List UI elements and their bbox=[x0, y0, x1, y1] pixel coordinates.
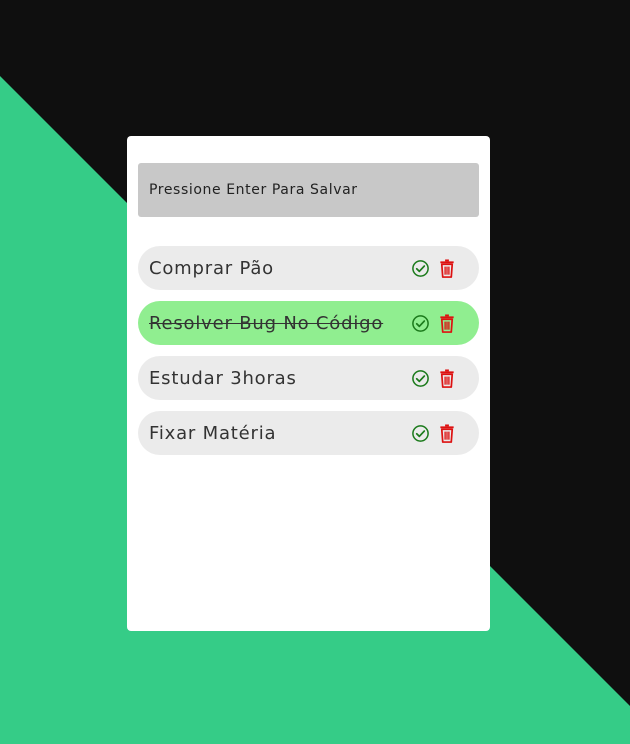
trash-icon[interactable] bbox=[437, 258, 457, 278]
check-circle-icon[interactable] bbox=[410, 313, 430, 333]
task-item: Fixar Matéria bbox=[138, 411, 479, 455]
check-circle-icon[interactable] bbox=[410, 423, 430, 443]
task-actions bbox=[410, 313, 457, 333]
task-label: Resolver Bug No Código bbox=[149, 312, 384, 334]
trash-icon[interactable] bbox=[437, 368, 457, 388]
task-label: Estudar 3horas bbox=[149, 367, 297, 389]
task-label: Comprar Pão bbox=[149, 257, 274, 279]
task-actions bbox=[410, 423, 457, 443]
task-item: Resolver Bug No Código bbox=[138, 301, 479, 345]
task-actions bbox=[410, 368, 457, 388]
task-list: Comprar Pão Resolver Bug No Código Estud… bbox=[138, 246, 479, 466]
trash-icon[interactable] bbox=[437, 313, 457, 333]
task-label: Fixar Matéria bbox=[149, 422, 277, 444]
todo-card: Comprar Pão Resolver Bug No Código bbox=[127, 136, 490, 631]
check-circle-icon[interactable] bbox=[410, 258, 430, 278]
new-task-input[interactable] bbox=[138, 163, 479, 217]
trash-icon[interactable] bbox=[437, 423, 457, 443]
check-circle-icon[interactable] bbox=[410, 368, 430, 388]
task-item: Comprar Pão bbox=[138, 246, 479, 290]
task-actions bbox=[410, 258, 457, 278]
task-item: Estudar 3horas bbox=[138, 356, 479, 400]
